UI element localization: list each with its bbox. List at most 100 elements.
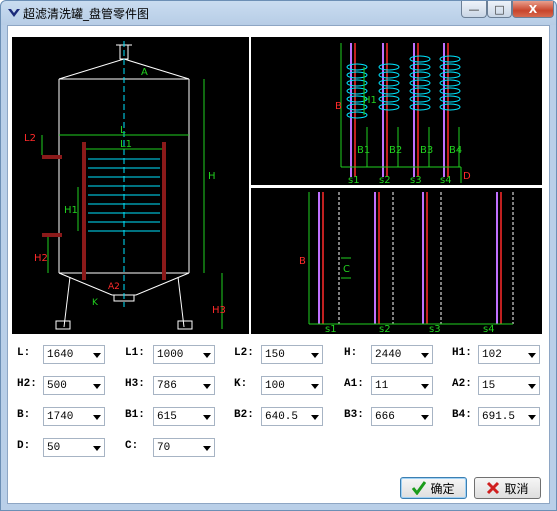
- coil-dim-b4: B4: [449, 145, 462, 156]
- combo-b1[interactable]: 615: [153, 407, 215, 426]
- combo-l1[interactable]: 1000: [153, 345, 215, 364]
- label-k: K:: [234, 378, 248, 390]
- dim-label-l: L: [120, 125, 126, 136]
- cancel-x-icon: [487, 481, 500, 495]
- combo-b1-value: 615: [157, 411, 177, 423]
- tank-drawing-svg: A L L1 L2 H H1 H2 H3 K A2: [24, 41, 226, 330]
- combo-h2[interactable]: 500: [43, 376, 105, 395]
- combo-b3[interactable]: 666: [371, 407, 433, 426]
- label-b1: B1:: [125, 409, 145, 421]
- coil-dim-b3: B3: [420, 145, 433, 156]
- dim-label-l2: L2: [24, 133, 36, 144]
- combo-b-value: 1740: [47, 411, 74, 423]
- combo-l1-value: 1000: [157, 349, 184, 361]
- chevron-down-icon: [203, 415, 211, 420]
- chevron-down-icon: [203, 353, 211, 358]
- label-a2: A2:: [452, 378, 472, 390]
- coil-dim-h1: H1: [363, 95, 377, 106]
- combo-c-value: 70: [157, 442, 171, 454]
- label-d: D:: [17, 440, 31, 452]
- dialog-client: A L L1 L2 H H1 H2 H3 K A2 B H1 B1 B2 B3 …: [7, 25, 550, 504]
- combo-a1[interactable]: 11: [371, 376, 433, 395]
- coil-dim-b2: B2: [389, 145, 402, 156]
- chevron-down-icon: [421, 384, 429, 389]
- tube-label-s3: s3: [429, 324, 441, 334]
- dim-label-a2: A2: [108, 282, 120, 292]
- dim-label-a: A: [141, 67, 148, 78]
- chevron-down-icon: [311, 415, 319, 420]
- combo-l2[interactable]: 150: [261, 345, 323, 364]
- label-b4: B4:: [452, 409, 472, 421]
- chevron-down-icon: [528, 415, 536, 420]
- chevron-down-icon: [203, 446, 211, 451]
- tube-dim-b: B: [299, 256, 306, 267]
- dim-label-h3: H3: [212, 305, 226, 316]
- window-title: 超滤清洗罐_盘管零件图: [23, 7, 150, 21]
- dim-label-k: K: [92, 298, 99, 308]
- minimize-button[interactable]: —: [461, 1, 487, 18]
- combo-b[interactable]: 1740: [43, 407, 105, 426]
- chevron-down-icon: [203, 384, 211, 389]
- tube-label-s4: s4: [483, 324, 495, 334]
- coil-drawing: B H1 B1 B2 B3 B4 D s1 s2 s3 s4: [251, 37, 542, 186]
- combo-h[interactable]: 2440: [371, 345, 433, 364]
- combo-d-value: 50: [47, 442, 61, 454]
- coil-dim-b: B: [335, 101, 342, 112]
- chevron-down-icon: [93, 384, 101, 389]
- coil-dim-b1: B1: [357, 145, 370, 156]
- label-b2: B2:: [234, 409, 254, 421]
- label-l: L:: [17, 347, 31, 359]
- dim-label-h: H: [208, 171, 216, 182]
- ok-button[interactable]: 确定: [400, 477, 467, 499]
- combo-k[interactable]: 100: [261, 376, 323, 395]
- combo-h1[interactable]: 102: [478, 345, 540, 364]
- dim-label-l1: L1: [120, 139, 132, 150]
- tube-drawing: B C s1 s2 s3 s4: [251, 188, 542, 335]
- chevron-down-icon: [93, 353, 101, 358]
- combo-h3[interactable]: 786: [153, 376, 215, 395]
- coil-drawing-svg: B H1 B1 B2 B3 B4 D s1 s2 s3 s4: [335, 43, 471, 186]
- combo-d[interactable]: 50: [43, 438, 105, 457]
- label-h: H:: [344, 347, 358, 359]
- tube-drawing-svg: B C s1 s2 s3 s4: [299, 192, 514, 335]
- ok-button-label: 确定: [430, 481, 455, 496]
- coil-label-s4: s4: [440, 175, 452, 185]
- close-button[interactable]: X: [512, 1, 554, 18]
- combo-l-value: 1640: [47, 349, 74, 361]
- coil-dim-d: D: [463, 171, 471, 182]
- label-h3: H3:: [125, 378, 145, 390]
- combo-a1-value: 11: [375, 380, 389, 392]
- combo-l[interactable]: 1640: [43, 345, 105, 364]
- combo-c[interactable]: 70: [153, 438, 215, 457]
- chevron-down-icon: [421, 353, 429, 358]
- cancel-button[interactable]: 取消: [474, 477, 541, 499]
- maximize-button[interactable]: □: [487, 1, 512, 18]
- coil-label-s3: s3: [410, 175, 422, 185]
- combo-b3-value: 666: [375, 411, 395, 423]
- combo-b4-value: 691.5: [482, 411, 516, 423]
- chevron-down-icon: [528, 353, 536, 358]
- label-h2: H2:: [17, 378, 37, 390]
- combo-b2[interactable]: 640.5: [261, 407, 323, 426]
- dim-label-h2: H2: [34, 253, 48, 264]
- tube-dim-c: C: [343, 264, 350, 275]
- combo-b4[interactable]: 691.5: [478, 407, 540, 426]
- chevron-down-icon: [311, 384, 319, 389]
- label-l2: L2:: [234, 347, 254, 359]
- coil-label-s1: s1: [348, 175, 360, 185]
- combo-h2-value: 500: [47, 380, 67, 392]
- dim-label-h1: H1: [64, 205, 78, 216]
- label-b3: B3:: [344, 409, 364, 421]
- chevron-down-icon: [311, 353, 319, 358]
- title-bar[interactable]: 超滤清洗罐_盘管零件图 — □ X: [1, 1, 556, 25]
- combo-a2-value: 15: [482, 380, 496, 392]
- tube-label-s1: s1: [325, 324, 337, 334]
- coil-label-s2: s2: [379, 175, 391, 185]
- chevron-down-icon: [421, 415, 429, 420]
- combo-a2[interactable]: 15: [478, 376, 540, 395]
- chevron-down-icon: [93, 415, 101, 420]
- dialog-window: 超滤清洗罐_盘管零件图 — □ X A L L1 L2 H H1 H2 H3 K…: [0, 0, 557, 511]
- combo-b2-value: 640.5: [265, 411, 299, 423]
- cancel-button-label: 取消: [504, 481, 529, 496]
- checkmark-icon: [412, 481, 427, 495]
